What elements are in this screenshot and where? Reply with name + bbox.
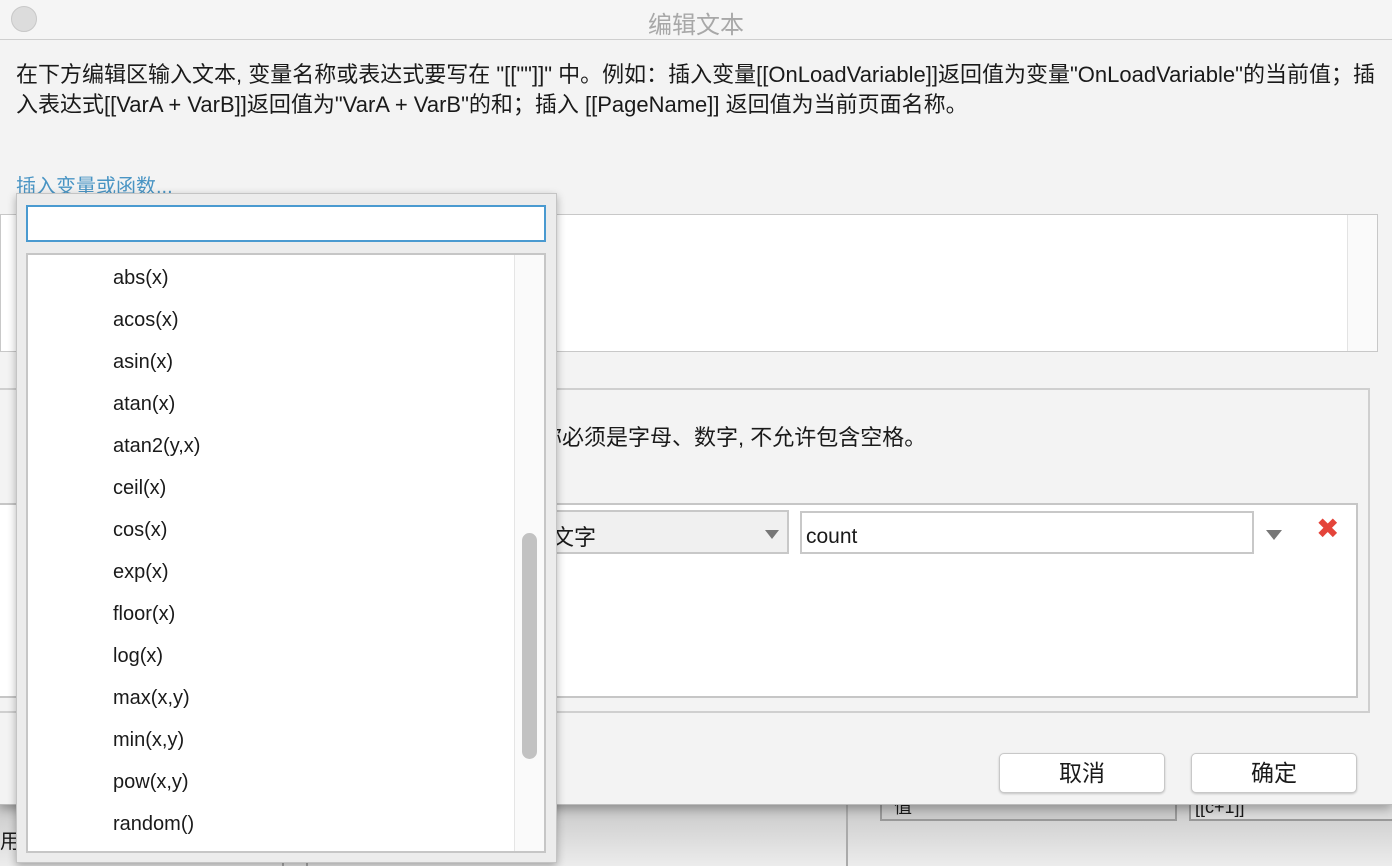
function-item[interactable]: random() <box>113 813 194 836</box>
insert-function-popup: abs(x) acos(x) asin(x) atan(x) atan2(y,x) cei… <box>16 193 557 863</box>
title-bar: 编辑文本 <box>0 0 1392 40</box>
chevron-down-icon <box>765 530 779 539</box>
local-vars-hint: 称必须是字母、数字, 不允许包含空格。 <box>540 425 927 450</box>
select-value: 文字 <box>552 525 597 550</box>
background-cell: [[c+1]] <box>1189 805 1392 821</box>
scrollbar[interactable] <box>514 255 544 851</box>
function-item[interactable]: ceil(x) <box>113 477 166 500</box>
function-item[interactable]: cos(x) <box>113 519 167 542</box>
variable-type-select[interactable]: 文字 <box>520 510 789 554</box>
function-list: abs(x) acos(x) asin(x) atan(x) atan2(y,x) cei… <box>26 253 546 853</box>
function-search-input[interactable] <box>26 205 546 242</box>
function-item[interactable]: pow(x,y) <box>113 771 189 794</box>
dialog-title: 编辑文本 <box>648 12 744 39</box>
chevron-down-icon[interactable] <box>1266 530 1282 540</box>
function-item[interactable]: max(x,y) <box>113 687 190 710</box>
function-item[interactable]: exp(x) <box>113 561 169 584</box>
function-item[interactable]: asin(x) <box>113 351 173 374</box>
divider <box>846 805 848 866</box>
function-item[interactable]: atan(x) <box>113 393 175 416</box>
function-item[interactable]: atan2(y,x) <box>113 435 200 458</box>
variable-value-input[interactable]: count <box>800 511 1254 554</box>
cancel-button[interactable]: 取消 <box>999 753 1165 793</box>
function-item[interactable]: acos(x) <box>113 309 179 332</box>
function-item[interactable]: abs(x) <box>113 267 169 290</box>
scrollbar-thumb[interactable] <box>522 533 537 759</box>
description: 在下方编辑区输入文本, 变量名称或表达式要写在 "[[""]]" 中。例如：插入… <box>16 62 1375 117</box>
function-item[interactable]: log(x) <box>113 645 163 668</box>
function-item[interactable]: min(x,y) <box>113 729 184 752</box>
delete-icon[interactable]: ✖ <box>1316 512 1339 545</box>
background-cell: 值 <box>880 805 1177 821</box>
function-item[interactable]: floor(x) <box>113 603 175 626</box>
scrollbar[interactable] <box>1347 215 1377 351</box>
ok-button[interactable]: 确定 <box>1191 753 1357 793</box>
